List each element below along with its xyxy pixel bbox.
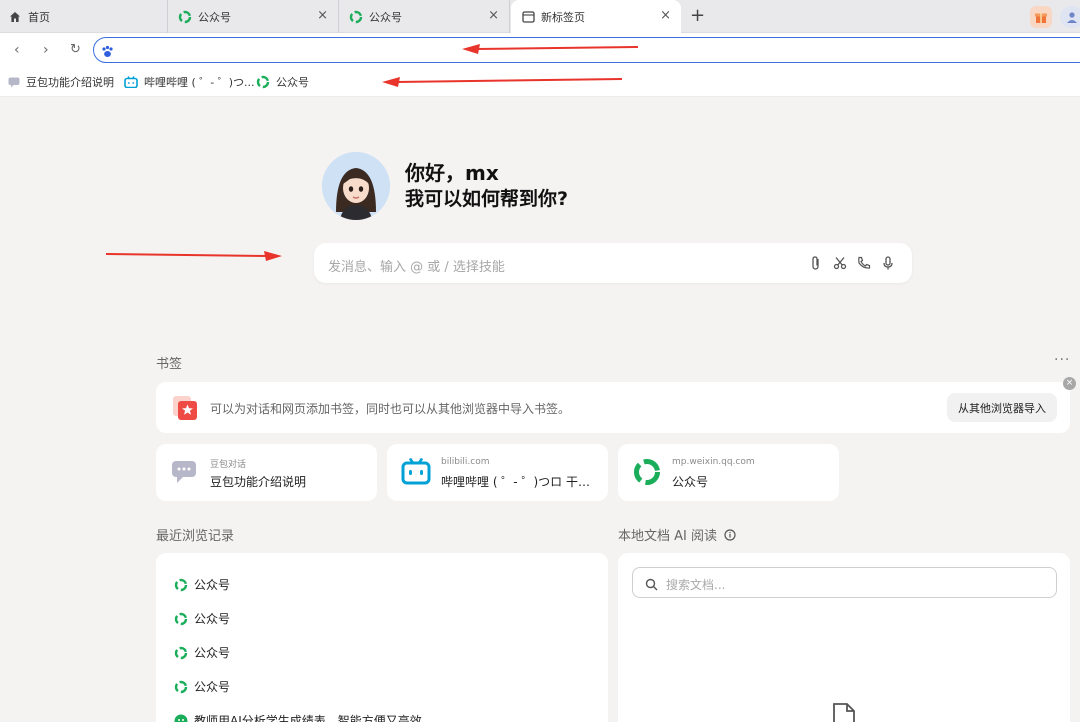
bookmark-bar-item-bilibili[interactable]: 哔哩哔哩 ( ゜- ゜)つ... [124,74,255,90]
recent-history-title: 最近浏览记录 [156,529,235,544]
card-title: 豆包功能介绍说明 [210,475,307,489]
card-title: 公众号 [672,475,709,489]
more-options-button[interactable]: ··· [1054,352,1070,368]
history-item[interactable]: 公众号 [174,576,230,593]
back-button[interactable]: ‹ [14,41,20,59]
bookmark-bar-label: 公众号 [276,76,309,89]
chat-input[interactable]: 发消息、输入 @ 或 / 选择技能 [314,243,912,283]
chat-bubble-icon [8,77,20,88]
bookmark-import-tip: 可以为对话和网页添加书签，同时也可以从其他浏览器中导入书签。 从其他浏览器导入 [156,382,1070,433]
bilibili-icon [124,76,138,88]
new-tab-button[interactable]: + [690,6,705,26]
search-icon [645,576,658,595]
wechat-mp-icon [174,578,188,592]
microphone-icon[interactable] [880,255,896,271]
bilibili-icon [401,457,431,489]
history-item-label: 公众号 [194,680,231,694]
doc-search-input[interactable]: 搜索文档... [632,567,1057,598]
red-arrow-annotation [382,77,623,87]
bookmark-card-doubao[interactable]: 豆包对话 豆包功能介绍说明 [156,444,377,501]
bookmark-card-wechat[interactable]: mp.weixin.qq.com 公众号 [618,444,839,501]
forward-button[interactable]: › [43,41,49,59]
greeting-question: 我可以如何帮到你? [405,188,569,210]
assistant-avatar [322,152,390,220]
page-icon [521,10,535,24]
card-title: 哔哩哔哩 ( ゜- ゜)つロ 干杯... [441,475,597,489]
history-item-label: 公众号 [194,612,231,626]
doc-search-placeholder: 搜索文档... [666,578,726,592]
history-item-label: 教师用AI分析学生成绩表，智能方便又高效 [194,714,422,722]
recent-history-panel: 公众号 公众号 公众号 公众号 教师用AI分析学生成绩表，智能方便又高效 [156,553,608,722]
wechat-mp-icon [256,75,270,89]
card-source: 豆包对话 [210,460,247,470]
local-docs-title-row: 本地文档 AI 阅读 [618,525,736,544]
search-engine-paw-icon [101,43,114,62]
tab-wechat-2[interactable]: 公众号 × [339,0,510,33]
document-icon [831,703,857,722]
bookmark-star-icon [172,395,198,425]
history-item-label: 公众号 [194,646,231,660]
bookmark-bar-item-wechat[interactable]: 公众号 [256,74,309,90]
history-item[interactable]: 公众号 [174,610,230,627]
close-icon[interactable]: × [317,9,328,23]
home-icon [8,10,22,24]
bookmarks-section-title: 书签 [156,357,183,372]
tab-home[interactable]: 首页 [0,0,168,33]
red-arrow-annotation [462,44,639,54]
tab-wechat-1[interactable]: 公众号 × [168,0,339,33]
chat-bubble-icon [170,457,198,489]
tip-text: 可以为对话和网页添加书签，同时也可以从其他浏览器中导入书签。 [210,402,571,416]
wechat-mp-icon [174,612,188,626]
card-source: bilibili.com [441,457,490,467]
wechat-mp-icon [178,10,192,24]
wechat-mp-icon [349,10,363,24]
greeting-text: 你好，mx [405,161,499,185]
tab-label: 公众号 [198,10,231,24]
history-item[interactable]: 教师用AI分析学生成绩表，智能方便又高效 [174,712,422,722]
info-icon[interactable] [724,528,736,541]
tab-strip: 首页 公众号 × 公众号 × 新标签页 × + [0,0,1080,33]
red-arrow-annotation [105,251,282,261]
close-icon[interactable]: × [660,9,671,23]
scissors-icon[interactable] [832,255,848,271]
tab-new-tab[interactable]: 新标签页 × [511,0,681,33]
history-item-label: 公众号 [194,578,231,592]
history-item[interactable]: 公众号 [174,644,230,661]
tab-label: 公众号 [369,10,402,24]
wechat-mp-icon [632,457,662,491]
paperclip-icon[interactable] [808,255,824,271]
chat-placeholder: 发消息、输入 @ 或 / 选择技能 [328,260,505,275]
close-icon[interactable]: × [488,9,499,23]
gift-icon[interactable] [1030,6,1052,28]
close-icon[interactable]: × [1063,377,1076,390]
phone-icon[interactable] [856,255,872,271]
card-source: mp.weixin.qq.com [672,457,755,467]
local-docs-title: 本地文档 AI 阅读 [618,529,717,544]
reload-button[interactable]: ↻ [70,41,81,59]
tab-label: 新标签页 [541,10,585,24]
history-item[interactable]: 公众号 [174,678,230,695]
wechat-mp-icon [174,680,188,694]
bookmark-card-bilibili[interactable]: bilibili.com 哔哩哔哩 ( ゜- ゜)つロ 干杯... [387,444,608,501]
bookmark-bar-item-doubao[interactable]: 豆包功能介绍说明 [8,74,114,90]
bookmark-bar-label: 豆包功能介绍说明 [26,76,114,89]
local-docs-panel: 搜索文档... [618,553,1070,722]
wechat-logo-icon [174,714,188,722]
bookmark-bar-label: 哔哩哔哩 ( ゜- ゜)つ... [144,76,255,89]
tab-label: 首页 [28,10,50,24]
wechat-mp-icon [174,646,188,660]
import-bookmarks-button[interactable]: 从其他浏览器导入 [947,393,1057,422]
profile-avatar-icon[interactable] [1060,6,1080,28]
